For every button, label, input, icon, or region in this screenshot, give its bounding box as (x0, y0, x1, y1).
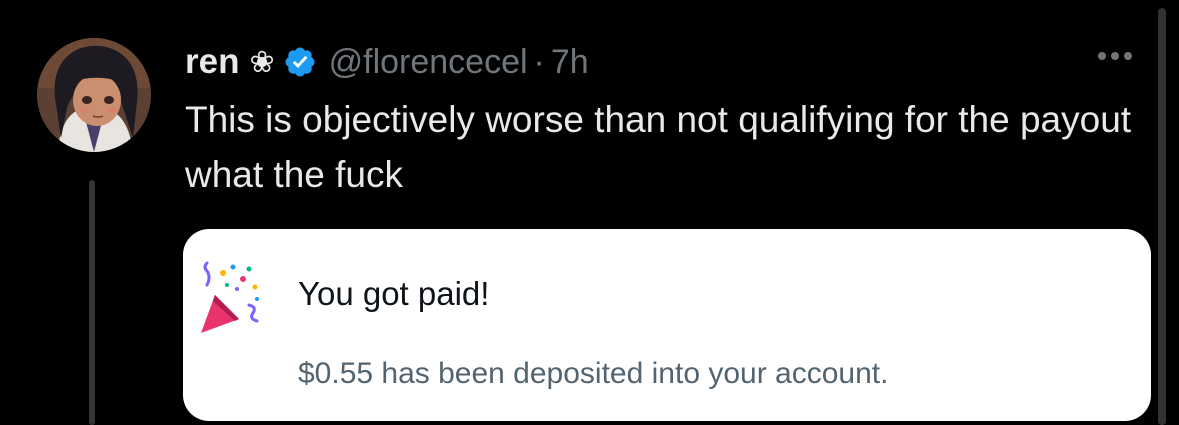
verified-badge-icon[interactable] (283, 45, 317, 79)
display-name[interactable]: ren (185, 42, 239, 82)
tweet-text: This is objectively worse than not quali… (185, 99, 1132, 195)
timestamp[interactable]: 7h (551, 43, 589, 82)
avatar-image (37, 38, 151, 152)
flower-emoji: ❀ (249, 44, 275, 80)
card-title: You got paid! (298, 275, 490, 312)
thread-line (89, 180, 95, 425)
more-horizontal-icon[interactable] (1098, 52, 1132, 60)
scrollbar[interactable] (1158, 8, 1166, 425)
handle[interactable]: @florencecel (329, 43, 528, 82)
tweet[interactable]: ren ❀ @florencecel · 7h This is objectiv… (0, 0, 1179, 425)
more-dot (1124, 52, 1132, 60)
more-dot (1111, 52, 1119, 60)
embedded-image-card[interactable]: You got paid! $0.55 has been deposited i… (183, 229, 1151, 421)
party-popper-icon (201, 261, 259, 333)
tweet-header: ren ❀ @florencecel · 7h (185, 38, 589, 86)
more-dot (1098, 52, 1106, 60)
card-body: $0.55 has been deposited into your accou… (298, 357, 889, 390)
separator-dot: · (533, 42, 545, 81)
avatar[interactable] (37, 38, 151, 152)
